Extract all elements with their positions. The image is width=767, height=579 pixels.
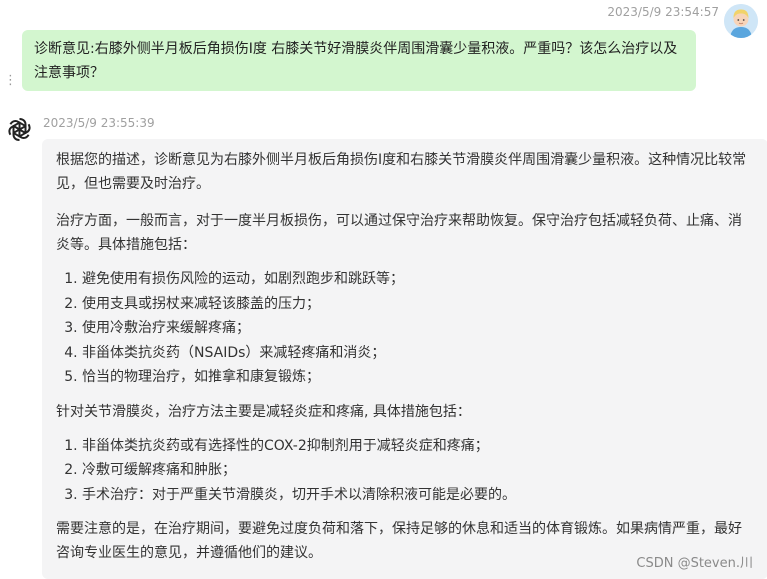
list-item: 使用支具或拐杖来减轻该膝盖的压力； (82, 292, 754, 317)
meniscus-measures-list: 避免使用有损伤风险的运动，如剧烈跑步和跳跃等； 使用支具或拐杖来减轻该膝盖的压力… (56, 267, 754, 390)
vertical-dots-icon[interactable]: ⋮ (4, 74, 17, 87)
list-item: 恰当的物理治疗，如推拿和康复锻炼； (82, 365, 754, 390)
list-item: 非甾体类抗炎药（NSAIDs）来减轻疼痛和消炎； (82, 341, 754, 366)
user-avatar-icon[interactable] (724, 4, 758, 38)
bot-message-timestamp: 2023/5/9 23:55:39 (43, 116, 155, 130)
bot-message-bubble: 根据您的描述，诊断意见为右膝外侧半月板后角损伤I度和右膝关节滑膜炎伴周围滑囊少量… (42, 139, 767, 579)
list-item: 手术治疗：对于严重关节滑膜炎，切开手术以清除积液可能是必要的。 (82, 483, 754, 508)
synovitis-measures-list: 非甾体类抗炎药或有选择性的COX-2抑制剂用于减轻炎症和疼痛； 冷敷可缓解疼痛和… (56, 434, 754, 508)
user-message-text: 诊断意见:右膝外侧半月板后角损伤I度 右膝关节好滑膜炎伴周围滑囊少量积液。严重吗… (34, 41, 678, 81)
openai-logo-icon (5, 115, 34, 144)
bot-paragraph-treatment: 治疗方面，一般而言，对于一度半月板损伤，可以通过保守治疗来帮助恢复。保守治疗包括… (56, 213, 742, 253)
bot-paragraph-intro: 根据您的描述，诊断意见为右膝外侧半月板后角损伤I度和右膝关节滑膜炎伴周围滑囊少量… (56, 152, 747, 192)
list-item: 冷敷可缓解疼痛和肿胀； (82, 458, 754, 483)
list-item: 避免使用有损伤风险的运动，如剧烈跑步和跳跃等； (82, 267, 754, 292)
bot-paragraph-synovitis: 针对关节滑膜炎，治疗方法主要是减轻炎症和疼痛, 具体措施包括： (56, 403, 471, 420)
user-message-bubble: 诊断意见:右膝外侧半月板后角损伤I度 右膝关节好滑膜炎伴周围滑囊少量积液。严重吗… (22, 30, 696, 91)
watermark-text: CSDN @Steven.川 (636, 556, 753, 571)
user-message-timestamp: 2023/5/9 23:54:57 (607, 5, 719, 19)
list-item: 非甾体类抗炎药或有选择性的COX-2抑制剂用于减轻炎症和疼痛； (82, 434, 754, 459)
list-item: 使用冷敷治疗来缓解疼痛； (82, 316, 754, 341)
